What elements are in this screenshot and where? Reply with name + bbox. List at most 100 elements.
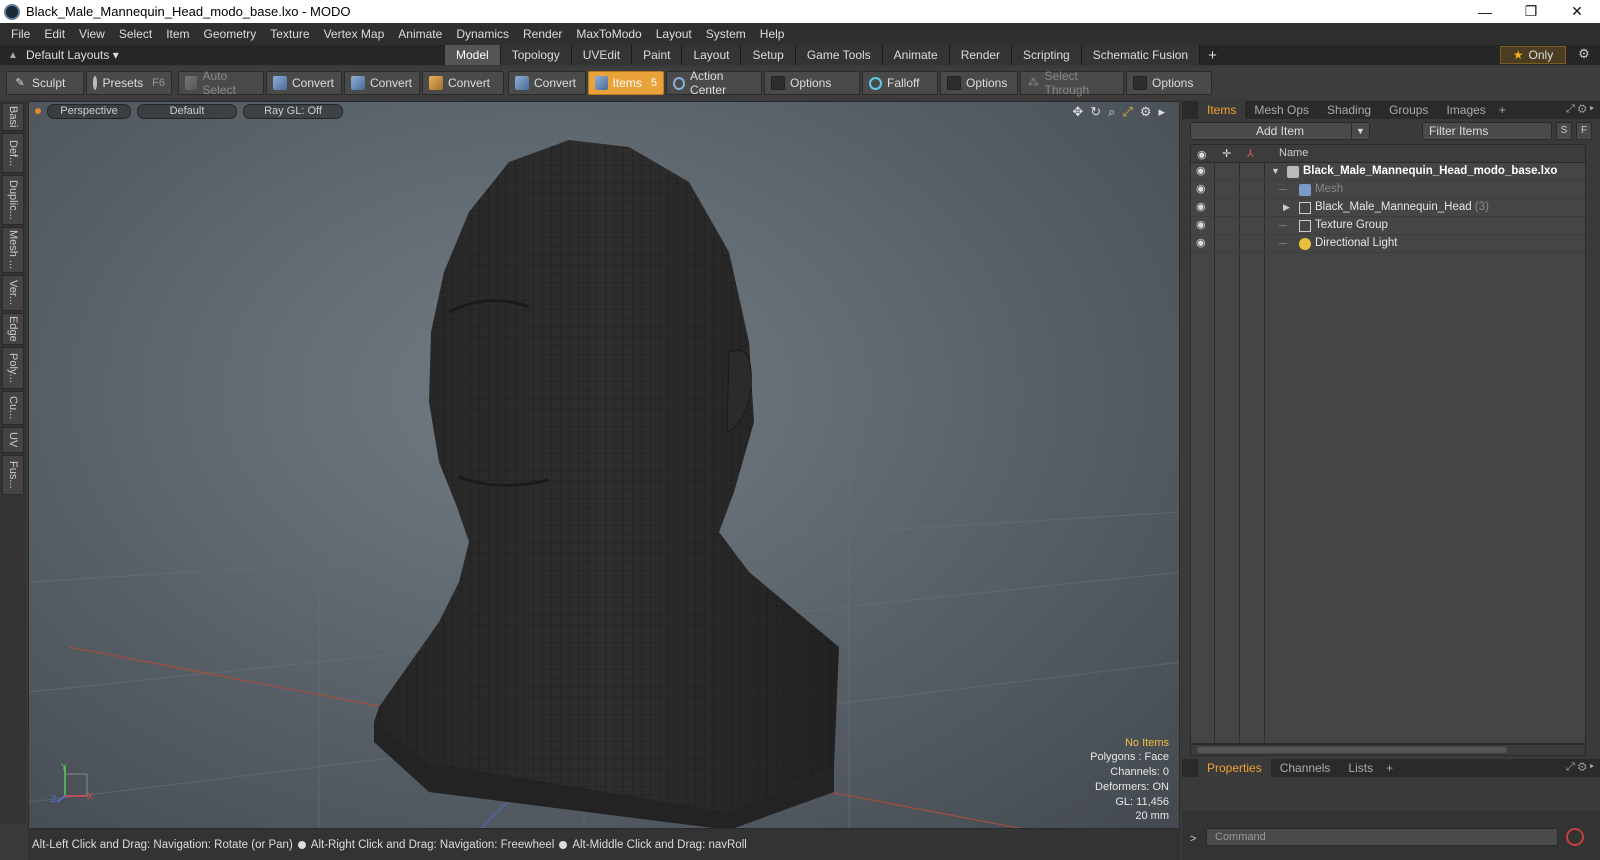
view-mode-button[interactable]: Perspective (47, 103, 131, 119)
items-mode-button[interactable]: Items 5 (588, 71, 664, 95)
mannequin-head-mesh[interactable] (374, 140, 839, 829)
tab-scripting[interactable]: Scripting (1012, 45, 1082, 65)
scrollbar-thumb[interactable] (1197, 747, 1507, 753)
default-layouts-dropdown[interactable]: Default Layouts ▾ (26, 48, 136, 62)
name-column-header[interactable]: Name (1279, 147, 1308, 159)
viewport-gear-icon[interactable]: ⚙ (1140, 104, 1152, 120)
item-list-scrollbar[interactable] (1190, 744, 1586, 756)
tab-items[interactable]: Items (1198, 101, 1246, 119)
menu-dynamics[interactable]: Dynamics (449, 27, 516, 41)
restore-button[interactable]: ❐ (1508, 0, 1554, 23)
gear-icon[interactable]: ⚙ (1574, 46, 1594, 64)
eye-icon[interactable]: ◉ (1196, 166, 1209, 177)
layout-collapse-icon[interactable]: ▲ (0, 50, 26, 61)
filter-toggle-button[interactable]: F (1576, 122, 1592, 140)
menu-help[interactable]: Help (753, 27, 792, 41)
tab-duplicate[interactable]: Duplic... (2, 175, 24, 225)
filter-items-input[interactable]: Filter Items (1422, 122, 1552, 140)
eye-icon[interactable]: ◉ (1196, 184, 1209, 195)
convert-vertices-button[interactable]: Convert (266, 71, 342, 95)
search-toggle-button[interactable]: S (1556, 122, 1572, 140)
auto-select-button[interactable]: Auto Select (178, 69, 264, 97)
tree-row-scene[interactable]: ◉ ▼ Black_Male_Mannequin_Head_modo_base.… (1191, 163, 1585, 181)
eye-icon[interactable]: ◉ (1197, 148, 1207, 161)
menu-select[interactable]: Select (112, 27, 159, 41)
sculpt-button[interactable]: ✎ Sculpt (6, 71, 84, 95)
tab-uvedit[interactable]: UVEdit (571, 45, 633, 65)
minimize-button[interactable]: — (1462, 0, 1508, 23)
close-button[interactable]: ✕ (1554, 0, 1600, 23)
tree-row-directional-light[interactable]: ◉ Directional Light (1191, 235, 1585, 253)
tab-schematic-fusion[interactable]: Schematic Fusion (1081, 45, 1201, 65)
add-tab-button[interactable]: + (1200, 45, 1225, 65)
tree-row-mannequin-head[interactable]: ◉ ▶ Black_Male_Mannequin_Head (3) (1191, 199, 1585, 217)
menu-view[interactable]: View (72, 27, 112, 41)
convert-polygons-button[interactable]: Convert (422, 71, 504, 95)
tab-game-tools[interactable]: Game Tools (795, 45, 883, 65)
tab-render[interactable]: Render (949, 45, 1013, 65)
menu-geometry[interactable]: Geometry (197, 27, 264, 41)
tab-properties[interactable]: Properties (1198, 759, 1271, 777)
menu-render[interactable]: Render (516, 27, 569, 41)
presets-button[interactable]: Presets F6 (86, 71, 172, 95)
menu-texture[interactable]: Texture (263, 27, 316, 41)
tab-basic[interactable]: Basi (2, 103, 24, 131)
properties-options-icon[interactable]: ⤢ ⚙ ▸ (1566, 761, 1594, 774)
tab-animate[interactable]: Animate (882, 45, 950, 65)
panel-options-icon[interactable]: ⤢ ⚙ ▸ (1566, 103, 1594, 116)
add-item-dropdown-icon[interactable]: ▼ (1351, 123, 1369, 139)
tab-deform[interactable]: Def... (2, 133, 24, 173)
menu-vertex-map[interactable]: Vertex Map (317, 27, 392, 41)
3d-viewport[interactable]: Y X Z Perspective Default Ray GL: Off ✥ … (28, 101, 1180, 829)
tab-paint[interactable]: Paint (632, 45, 683, 65)
fit-icon[interactable]: ⤢ (1122, 104, 1132, 120)
record-macro-icon[interactable] (1566, 828, 1584, 846)
menu-item[interactable]: Item (159, 27, 196, 41)
rotate-icon[interactable]: ↻ (1090, 104, 1101, 120)
tab-images[interactable]: Images (1437, 101, 1494, 119)
zoom-icon[interactable]: ⌕ (1108, 104, 1115, 120)
add-panel-tab-button[interactable]: + (1495, 103, 1510, 117)
expand-triangle-icon[interactable]: ▼ (1271, 166, 1280, 176)
menu-file[interactable]: File (4, 27, 37, 41)
menu-edit[interactable]: Edit (37, 27, 72, 41)
tab-channels[interactable]: Channels (1271, 759, 1340, 777)
select-through-options-button[interactable]: Options (1126, 71, 1212, 95)
raygl-button[interactable]: Ray GL: Off (243, 103, 343, 119)
tab-model[interactable]: Model (445, 45, 501, 65)
only-button[interactable]: ★ Only (1500, 46, 1566, 64)
falloff-options-button[interactable]: Options (940, 71, 1018, 95)
menu-system[interactable]: System (699, 27, 753, 41)
tab-vertex[interactable]: Ver... (2, 275, 24, 311)
add-item-button[interactable]: Add Item ▼ (1190, 122, 1370, 140)
tab-uv[interactable]: UV (2, 427, 24, 453)
tab-mesh-edit[interactable]: Mesh ... (2, 227, 24, 273)
menu-animate[interactable]: Animate (391, 27, 449, 41)
tab-shading[interactable]: Shading (1318, 101, 1380, 119)
add-properties-tab-button[interactable]: + (1382, 761, 1397, 775)
tab-lists[interactable]: Lists (1339, 759, 1382, 777)
convert-materials-button[interactable]: Convert (508, 71, 586, 95)
tree-row-mesh[interactable]: ◉ Mesh (1191, 181, 1585, 199)
shading-button[interactable]: Default (137, 103, 237, 119)
tab-topology[interactable]: Topology (500, 45, 572, 65)
action-center-button[interactable]: Action Center (666, 69, 762, 97)
tab-polygon[interactable]: Poly... (2, 347, 24, 389)
convert-edges-button[interactable]: Convert (344, 71, 420, 95)
tab-setup[interactable]: Setup (741, 45, 796, 65)
eye-icon[interactable]: ◉ (1196, 220, 1209, 231)
eye-icon[interactable]: ◉ (1196, 202, 1209, 213)
menu-maxtomodo[interactable]: MaxToModo (569, 27, 648, 41)
tab-edge[interactable]: Edge (2, 313, 24, 345)
lock-icon[interactable]: ✛ (1222, 147, 1231, 160)
falloff-button[interactable]: Falloff (862, 71, 938, 95)
pan-icon[interactable]: ✥ (1072, 104, 1083, 120)
menu-layout[interactable]: Layout (649, 27, 699, 41)
viewport-more-icon[interactable]: ▸ (1158, 104, 1165, 120)
tab-groups[interactable]: Groups (1380, 101, 1437, 119)
tab-curve[interactable]: Cu... (2, 391, 24, 425)
tab-layout[interactable]: Layout (682, 45, 742, 65)
axes-icon[interactable]: ⅄ (1247, 147, 1254, 160)
command-input[interactable]: Command (1206, 828, 1558, 846)
tree-row-texture-group[interactable]: ◉ Texture Group (1191, 217, 1585, 235)
